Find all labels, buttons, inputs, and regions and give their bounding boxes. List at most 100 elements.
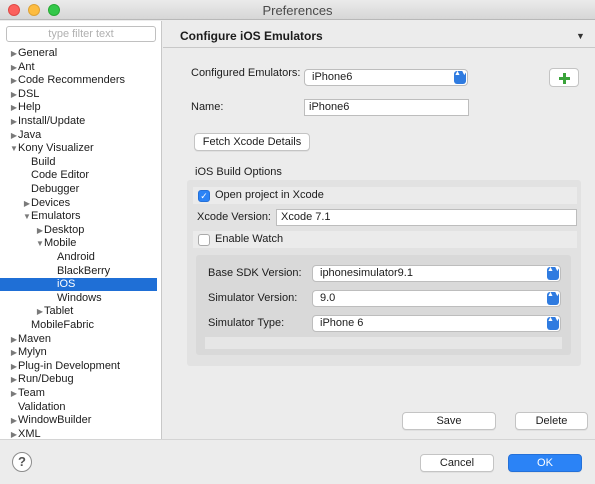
- simulator-extra-area: [205, 337, 562, 349]
- select-arrows-icon: ▲▼: [547, 266, 560, 280]
- fetch-xcode-details-button[interactable]: Fetch Xcode Details: [194, 133, 310, 151]
- sidebar-item-label: Debugger: [31, 183, 80, 195]
- simulator-version-label: Simulator Version:: [208, 292, 298, 304]
- expanded-arrow-icon[interactable]: ▼: [36, 237, 44, 250]
- expanded-arrow-icon[interactable]: ▼: [10, 142, 18, 155]
- sidebar-item-plug-in-development[interactable]: ▶Plug-in Development: [0, 360, 157, 373]
- ios-build-options-label: iOS Build Options: [195, 166, 282, 178]
- expanded-arrow-icon[interactable]: ▼: [23, 210, 31, 223]
- collapsed-arrow-icon[interactable]: ▶: [10, 346, 18, 359]
- sidebar-item-label: General: [18, 47, 58, 59]
- collapsed-arrow-icon[interactable]: ▶: [10, 333, 18, 346]
- collapsed-arrow-icon[interactable]: ▶: [10, 129, 18, 142]
- collapsed-arrow-icon[interactable]: ▶: [36, 305, 44, 318]
- sidebar-item-mobile[interactable]: ▼Mobile: [0, 237, 157, 250]
- sidebar-item-code-recommenders[interactable]: ▶Code Recommenders: [0, 74, 157, 87]
- sidebar-item-maven[interactable]: ▶Maven: [0, 333, 157, 346]
- sidebar-item-help[interactable]: ▶Help: [0, 101, 157, 114]
- sidebar-item-label: Maven: [18, 332, 52, 345]
- sidebar-item-ios[interactable]: iOS: [0, 278, 157, 292]
- sidebar-item-debugger[interactable]: Debugger: [0, 183, 157, 196]
- sidebar-item-label: Team: [18, 387, 45, 399]
- collapsed-arrow-icon[interactable]: ▶: [10, 47, 18, 60]
- sidebar-item-label: BlackBerry: [57, 264, 111, 277]
- sidebar-item-label: Java: [18, 128, 42, 141]
- delete-button[interactable]: Delete: [515, 412, 588, 430]
- sidebar-item-label: WindowBuilder: [18, 414, 92, 427]
- sidebar-item-android[interactable]: Android: [0, 251, 157, 264]
- sidebar-item-mobilefabric[interactable]: MobileFabric: [0, 319, 157, 332]
- open-xcode-row: ✓ Open project in Xcode: [193, 187, 577, 204]
- collapsed-arrow-icon[interactable]: ▶: [10, 115, 18, 128]
- view-menu-icon[interactable]: ▼: [576, 31, 585, 41]
- simulator-type-label: Simulator Type:: [208, 317, 285, 329]
- sidebar-item-validation[interactable]: Validation: [0, 401, 157, 414]
- configured-emulators-label: Configured Emulators:: [191, 67, 301, 79]
- save-button[interactable]: Save: [402, 412, 496, 430]
- sidebar-item-ant[interactable]: ▶Ant: [0, 61, 157, 74]
- collapsed-arrow-icon[interactable]: ▶: [36, 224, 44, 237]
- sidebar-item-team[interactable]: ▶Team: [0, 387, 157, 400]
- ok-button[interactable]: OK: [508, 454, 582, 472]
- collapsed-arrow-icon[interactable]: ▶: [10, 101, 18, 114]
- xcode-version-field[interactable]: Xcode 7.1: [276, 209, 577, 226]
- sidebar-item-code-editor[interactable]: Code Editor: [0, 169, 157, 182]
- preferences-tree: ▶General▶Ant▶Code Recommenders▶DSL▶Help▶…: [0, 21, 162, 440]
- sidebar-item-desktop[interactable]: ▶Desktop: [0, 224, 157, 237]
- collapsed-arrow-icon[interactable]: ▶: [10, 88, 18, 101]
- collapsed-arrow-icon[interactable]: ▶: [10, 61, 18, 74]
- sidebar-item-run-debug[interactable]: ▶Run/Debug: [0, 373, 157, 386]
- sidebar-item-tablet[interactable]: ▶Tablet: [0, 305, 157, 318]
- name-label: Name:: [191, 101, 224, 113]
- sidebar-item-kony-visualizer[interactable]: ▼Kony Visualizer: [0, 142, 157, 155]
- sidebar-item-blackberry[interactable]: BlackBerry: [0, 265, 157, 278]
- sidebar-item-label: Emulators: [31, 210, 81, 223]
- select-arrows-icon: ▲▼: [547, 291, 560, 305]
- title-bar: Preferences: [0, 0, 595, 20]
- name-field[interactable]: iPhone6: [304, 99, 469, 116]
- sidebar-item-emulators[interactable]: ▼Emulators: [0, 210, 157, 223]
- sidebar-item-label: Plug-in Development: [18, 359, 121, 372]
- sidebar-item-windows[interactable]: Windows: [0, 292, 157, 305]
- collapsed-arrow-icon[interactable]: ▶: [10, 373, 18, 386]
- sidebar-item-windowbuilder[interactable]: ▶WindowBuilder: [0, 414, 157, 427]
- sidebar-item-label: XML: [18, 427, 41, 440]
- enable-watch-row: Enable Watch: [193, 231, 577, 248]
- sidebar-item-general[interactable]: ▶General: [0, 47, 157, 60]
- simulator-version-select[interactable]: 9.0 ▲▼: [312, 290, 561, 307]
- sidebar-item-dsl[interactable]: ▶DSL: [0, 88, 157, 101]
- simulator-settings-group: Base SDK Version: iphonesimulator9.1 ▲▼ …: [196, 255, 571, 355]
- sidebar-item-devices[interactable]: ▶Devices: [0, 197, 157, 210]
- collapsed-arrow-icon[interactable]: ▶: [10, 360, 18, 373]
- sidebar-item-label: Tablet: [44, 305, 74, 318]
- cancel-button[interactable]: Cancel: [420, 454, 494, 472]
- enable-watch-label: Enable Watch: [215, 233, 284, 245]
- sidebar-item-label: Mobile: [44, 237, 77, 250]
- sidebar-item-label: Kony Visualizer: [18, 142, 94, 155]
- help-icon[interactable]: ?: [12, 452, 32, 472]
- enable-watch-checkbox[interactable]: [198, 234, 210, 246]
- sidebar-item-label: Android: [57, 251, 95, 263]
- configured-emulators-select[interactable]: iPhone6 ▲▼: [304, 69, 468, 86]
- select-arrows-icon: ▲▼: [454, 70, 467, 84]
- add-emulator-button[interactable]: [549, 68, 579, 87]
- sidebar-item-label: Help: [18, 101, 41, 114]
- collapsed-arrow-icon[interactable]: ▶: [10, 387, 18, 400]
- collapsed-arrow-icon[interactable]: ▶: [23, 197, 31, 210]
- sidebar-item-install-update[interactable]: ▶Install/Update: [0, 115, 157, 128]
- sidebar-item-label: iOS: [57, 278, 76, 291]
- base-sdk-value: iphonesimulator9.1: [320, 267, 413, 279]
- sidebar-item-java[interactable]: ▶Java: [0, 129, 157, 142]
- open-xcode-label: Open project in Xcode: [215, 189, 324, 201]
- sidebar-item-build[interactable]: Build: [0, 156, 157, 169]
- open-xcode-checkbox[interactable]: ✓: [198, 190, 210, 202]
- sidebar-item-label: Desktop: [44, 223, 85, 236]
- collapsed-arrow-icon[interactable]: ▶: [10, 414, 18, 427]
- filter-input[interactable]: [6, 26, 156, 42]
- collapsed-arrow-icon[interactable]: ▶: [10, 74, 18, 87]
- base-sdk-select[interactable]: iphonesimulator9.1 ▲▼: [312, 265, 561, 282]
- sidebar-item-label: Devices: [31, 196, 71, 209]
- base-sdk-label: Base SDK Version:: [208, 267, 302, 279]
- sidebar-item-mylyn[interactable]: ▶Mylyn: [0, 346, 157, 359]
- simulator-type-select[interactable]: iPhone 6 ▲▼: [312, 315, 561, 332]
